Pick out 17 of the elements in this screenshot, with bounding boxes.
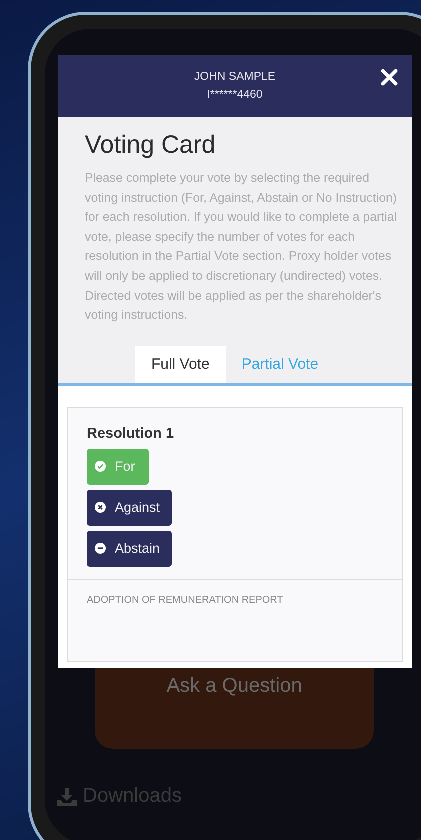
modal-title: Voting Card bbox=[85, 131, 217, 160]
vote-option-button[interactable]: Against bbox=[87, 490, 172, 526]
holder-name: JOHN SAMPLE bbox=[194, 70, 276, 85]
download-icon bbox=[57, 788, 77, 806]
x-circle-icon bbox=[95, 502, 106, 514]
check-circle-icon bbox=[95, 461, 106, 472]
vote-tab[interactable]: Full Vote bbox=[135, 346, 226, 383]
resolution-title: Resolution 1 bbox=[87, 426, 174, 442]
instructions-text: Please complete your vote by selecting the required voting instruction (For, Against, Abstain or No Instruction) for each resolution. If you would like to complete a partial vote, please specify the number of votes for each resolution in the Partial Vote section. Proxy holder votes will only be applied to discretionary (undirected) votes. Directed votes will be applied as per the shareholder's voting instructions. bbox=[85, 170, 398, 324]
question-label: Ask a Question bbox=[166, 674, 302, 698]
vote-tab[interactable]: Partial Vote bbox=[226, 346, 335, 383]
vote-option-button[interactable]: Abstain bbox=[87, 530, 172, 567]
holder-id: I******4460 bbox=[206, 88, 264, 103]
minus-circle-icon bbox=[95, 543, 106, 554]
vote-option-button[interactable]: For bbox=[87, 448, 150, 485]
close-icon bbox=[381, 69, 398, 86]
close-button[interactable] bbox=[379, 67, 400, 88]
